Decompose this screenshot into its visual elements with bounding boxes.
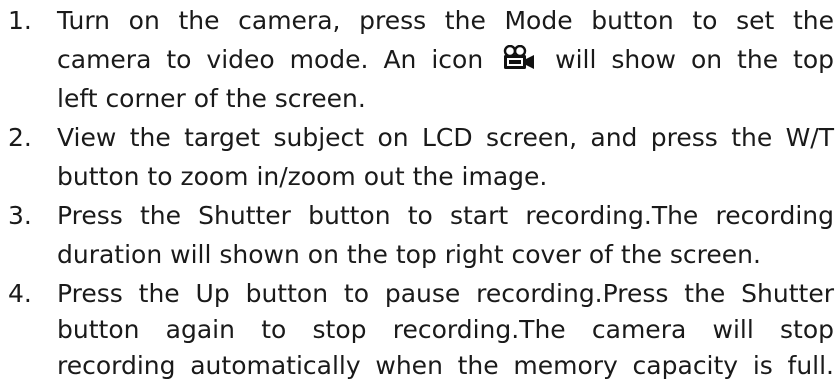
- step-line-with-icon: camera to video mode. An icon will show …: [57, 43, 834, 77]
- step-line: duration will shown on the top right cov…: [57, 240, 761, 269]
- video-camera-icon: [502, 45, 536, 71]
- step-number: 4.: [8, 279, 32, 308]
- step-number: 1.: [8, 6, 32, 35]
- step-line-text: will show on the top: [555, 45, 835, 74]
- step-number: 3.: [8, 201, 32, 230]
- step-line: recording automatically when the memory …: [57, 351, 834, 380]
- instruction-list: 1. Turn on the camera, press the Mode bu…: [0, 0, 839, 387]
- step-line: Press the Up button to pause recording.P…: [57, 279, 834, 308]
- step-line: Turn on the camera, press the Mode butto…: [57, 6, 834, 35]
- step-line: left corner of the screen.: [57, 84, 366, 113]
- step-number: 2.: [8, 123, 32, 152]
- step-line-text: camera to video mode. An icon: [57, 45, 484, 74]
- step-line: button again to stop recording.The camer…: [57, 315, 834, 344]
- step-line: button to zoom in/zoom out the image.: [57, 162, 548, 191]
- step-line: Press the Shutter button to start record…: [57, 201, 834, 230]
- step-line: View the target subject on LCD screen, a…: [57, 123, 834, 152]
